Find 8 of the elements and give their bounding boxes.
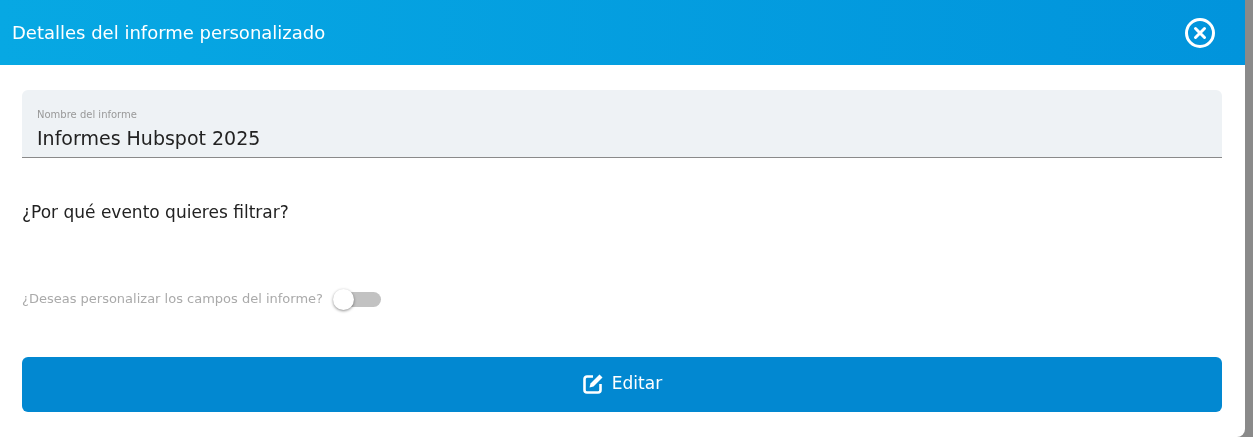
toggle-switch[interactable] [333,288,381,309]
field-label: Nombre del informe [37,108,137,122]
toggle-label: ¿Deseas personalizar los campos del informe? [22,289,323,308]
close-icon[interactable] [1184,16,1216,49]
edit-icon [581,373,604,395]
window-title: Detalles del informe personalizado [12,21,326,45]
edit-button[interactable]: Editar [22,356,1222,412]
question-text: ¿Por qué evento quieres filtrar? [22,201,290,224]
